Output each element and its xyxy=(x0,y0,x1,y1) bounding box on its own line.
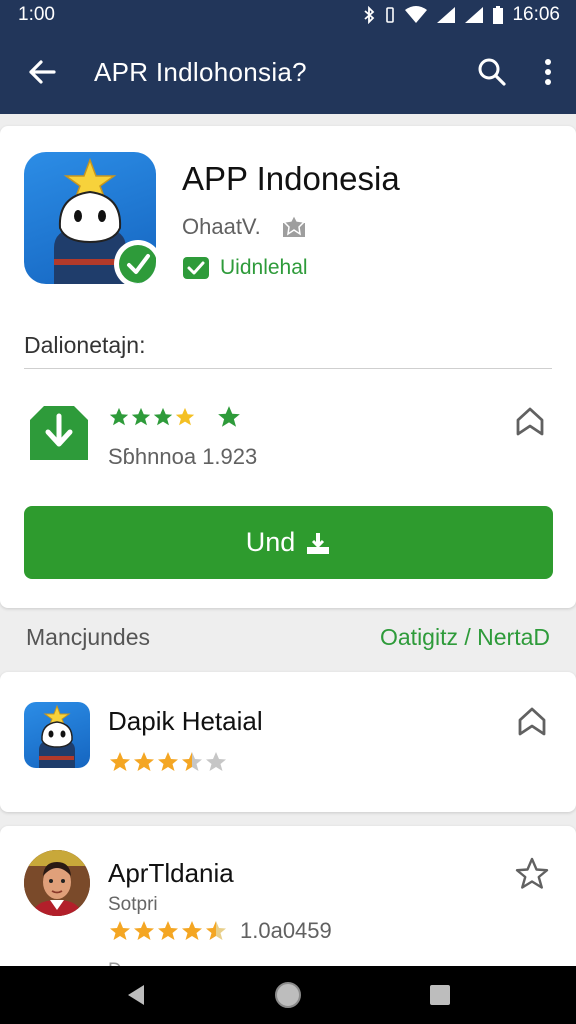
mascot-icon xyxy=(39,704,75,768)
star-icon xyxy=(110,921,130,940)
star-half-icon xyxy=(206,921,226,940)
details-section-label: Dalionetajn: xyxy=(24,332,146,358)
verified-label: Uidnlehal xyxy=(220,256,308,279)
wifi-icon xyxy=(405,6,428,23)
download-icon xyxy=(30,406,88,460)
overflow-menu-button[interactable] xyxy=(520,30,576,114)
install-label: Und xyxy=(245,527,296,557)
bluetooth-icon xyxy=(364,6,375,24)
app-name: APP Indonesia xyxy=(182,160,400,197)
recommendation-subtitle: Sotpri xyxy=(108,894,158,915)
nav-recents-button[interactable] xyxy=(410,966,470,1024)
back-button[interactable] xyxy=(0,30,84,114)
battery-icon xyxy=(493,6,504,24)
signal-icon xyxy=(437,7,456,23)
vibrate-icon xyxy=(386,7,395,23)
recommendations-title: Mancjundes xyxy=(26,624,151,650)
star-icon xyxy=(153,407,173,426)
back-nav-icon xyxy=(128,985,144,1005)
verified-check-icon xyxy=(183,257,209,279)
app-details-card: APP Indonesia OhaatV. Uidnlehal Dalionet… xyxy=(0,126,576,608)
star-icon xyxy=(175,407,195,426)
app-icon xyxy=(24,152,156,284)
search-icon xyxy=(478,58,506,86)
star-icon xyxy=(158,921,178,940)
rating-count: 1.0a0459 xyxy=(240,918,332,943)
wishlist-button[interactable] xyxy=(514,406,546,443)
search-button[interactable] xyxy=(464,30,520,114)
person-avatar-icon xyxy=(24,850,90,916)
mascot-icon xyxy=(54,157,156,284)
recommendations-link[interactable]: Oatigitz / NertaD xyxy=(380,624,550,651)
overflow-menu-icon xyxy=(545,59,551,85)
recommendation-card[interactable]: Dapik Hetaial xyxy=(0,672,576,812)
rating-row: 1.0a0459 xyxy=(108,918,332,944)
bookmark-icon xyxy=(516,407,544,436)
wishlist-button[interactable] xyxy=(516,706,548,743)
status-time: 1:00 xyxy=(18,4,55,25)
install-download-icon xyxy=(307,532,330,554)
star-outline-icon xyxy=(515,857,549,889)
rating-stars xyxy=(108,750,228,774)
recommendation-title: AprTldania xyxy=(108,858,234,888)
star-icon xyxy=(158,752,178,771)
recommendation-title: Dapik Hetaial xyxy=(108,706,263,736)
signal-2-icon xyxy=(465,7,484,23)
star-icon xyxy=(131,407,151,426)
install-button[interactable]: Und xyxy=(24,506,553,579)
star-empty-icon xyxy=(206,752,226,771)
rating-stars xyxy=(108,404,242,430)
star-icon xyxy=(182,921,202,940)
recommendation-card[interactable]: AprTldania Sotpri 1.0a0459 D... xyxy=(0,826,576,981)
developer-name[interactable]: OhaatV. xyxy=(182,214,261,240)
star-icon xyxy=(134,921,154,940)
nav-home-button[interactable] xyxy=(258,966,318,1024)
home-nav-icon xyxy=(275,982,301,1008)
verified-row: Uidnlehal xyxy=(182,256,308,280)
recents-nav-icon xyxy=(430,985,450,1005)
star-icon xyxy=(109,407,129,426)
app-bar-title: APR Indlohonsia? xyxy=(94,56,307,87)
editors-choice-icon xyxy=(282,215,306,237)
bookmark-icon xyxy=(518,707,546,736)
rating-stars xyxy=(108,919,228,943)
status-icons: 16:06 xyxy=(362,4,560,26)
avatar xyxy=(24,850,90,916)
developer-row: OhaatV. xyxy=(182,214,307,240)
status-clock: 16:06 xyxy=(512,4,560,25)
recommendations-header: Mancjundes Oatigitz / NertaD xyxy=(0,618,576,658)
favorite-button[interactable] xyxy=(514,856,550,897)
back-arrow-icon xyxy=(29,60,56,84)
status-bar: 1:00 16:06 xyxy=(0,0,576,30)
star-half-icon xyxy=(182,752,202,771)
divider xyxy=(24,368,552,369)
download-badge xyxy=(28,404,90,467)
star-icon xyxy=(218,406,240,427)
app-bar: APR Indlohonsia? xyxy=(0,30,576,114)
app-icon xyxy=(24,702,90,768)
nav-back-button[interactable] xyxy=(106,966,166,1024)
star-icon xyxy=(110,752,130,771)
rating-count: Sɓhnnoa 1.923 xyxy=(108,444,258,469)
star-icon xyxy=(134,752,154,771)
system-nav-bar xyxy=(0,966,576,1024)
